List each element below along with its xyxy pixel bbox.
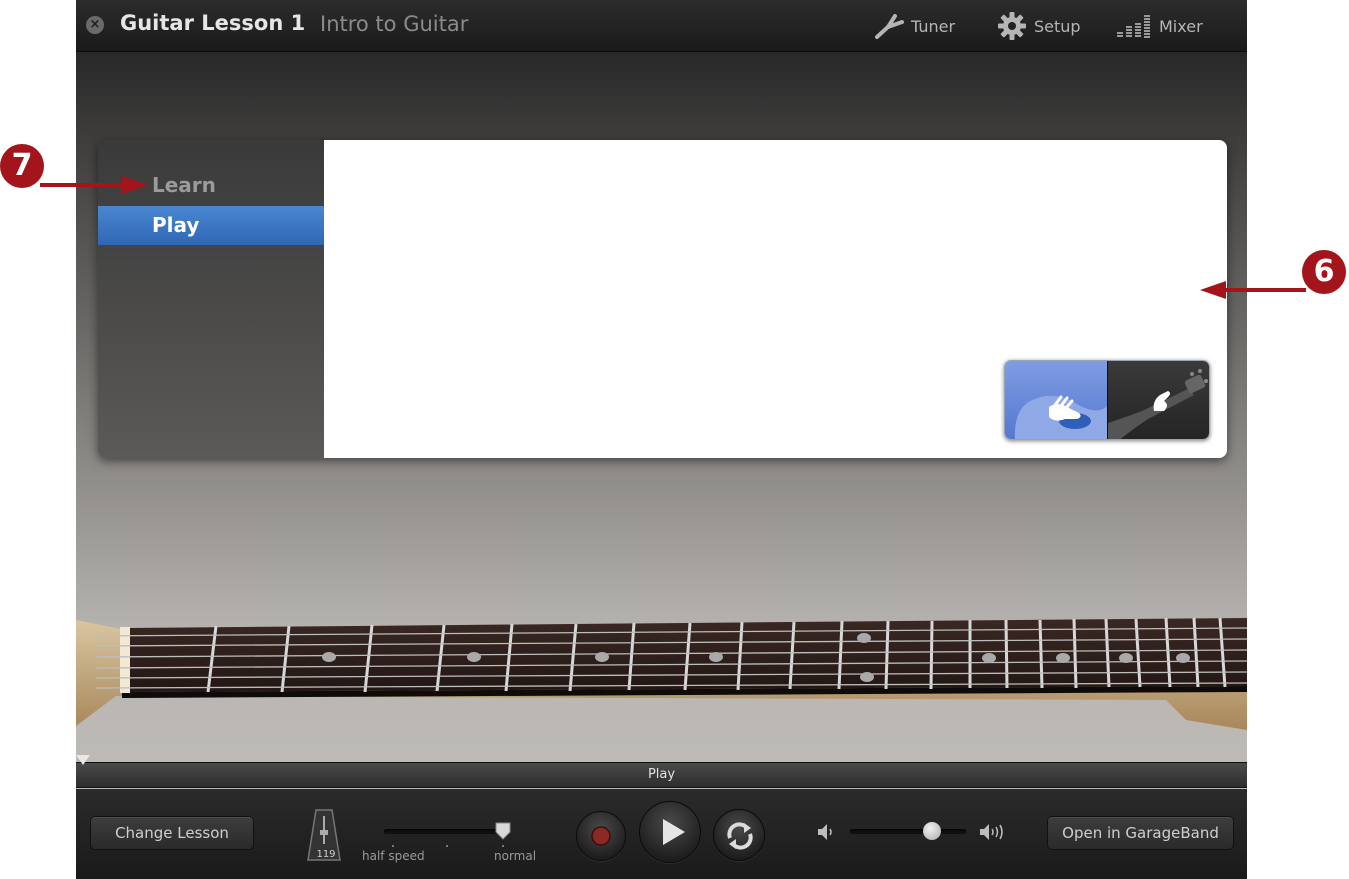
callout-7: 7 [0,144,44,188]
cycle-button[interactable] [713,809,765,861]
play-icon [663,819,685,845]
play-strip-label: Play [647,767,676,782]
guitar-neck [76,617,1247,730]
volume-slider-handle[interactable] [923,822,941,840]
lesson-title: Guitar Lesson 1 [120,11,306,35]
mixer-bars-icon [1117,15,1150,38]
speed-max-label: normal [494,849,537,863]
volume-high-icon [980,824,1003,840]
lesson-content-area [324,140,1227,458]
speed-tick [446,845,448,847]
tuning-fork-icon [875,14,904,39]
speed-min-label: half speed [362,849,425,863]
speed-tick [502,845,504,847]
setup-label: Setup [1034,16,1081,36]
lesson-subtitle: Intro to Guitar [320,12,469,36]
callout-6: 6 [1302,250,1346,294]
close-icon[interactable]: × [86,16,104,34]
gear-icon [998,12,1026,40]
change-lesson-button[interactable]: Change Lesson [90,816,254,850]
mixer-button[interactable]: Mixer [1116,12,1203,40]
song-progress-strip[interactable]: Play [76,755,1247,788]
speed-slider-handle[interactable] [495,822,511,840]
record-button[interactable] [576,811,626,861]
tuner-button[interactable]: Tuner [874,12,955,40]
playhead-marker[interactable] [76,755,90,765]
guitar-view-button[interactable] [1107,361,1209,439]
sidebar-item-play[interactable]: Play [98,206,324,245]
open-in-garageband-button[interactable]: Open in GarageBand [1047,816,1234,850]
view-toggle [1004,360,1210,440]
callout-6-arrow [1200,281,1306,299]
mixer-label: Mixer [1159,16,1203,36]
record-icon [591,826,611,846]
guitar-view-icon [1108,369,1208,439]
cycle-icon [727,822,753,850]
title-bar: × Guitar Lesson 1 Intro to Guitar Tuner [76,0,1247,52]
callout-7-arrow [40,176,148,194]
volume-low-icon [818,824,832,840]
tuner-label: Tuner [911,16,956,36]
tempo-value: 119 [316,849,336,860]
hand-view-icon [1014,395,1107,439]
control-bar: Change Lesson 119 half speed normal Open… [76,789,1247,879]
hand-view-button[interactable] [1005,361,1107,439]
speed-slider-track[interactable] [384,829,506,834]
lesson-panel: Learn Play [98,140,1227,458]
speed-tick [392,845,394,847]
play-button[interactable] [639,801,701,863]
volume-slider-track[interactable] [850,829,966,834]
lesson-window: × Guitar Lesson 1 Intro to Guitar Tuner [76,0,1247,879]
setup-button[interactable]: Setup [997,12,1081,40]
